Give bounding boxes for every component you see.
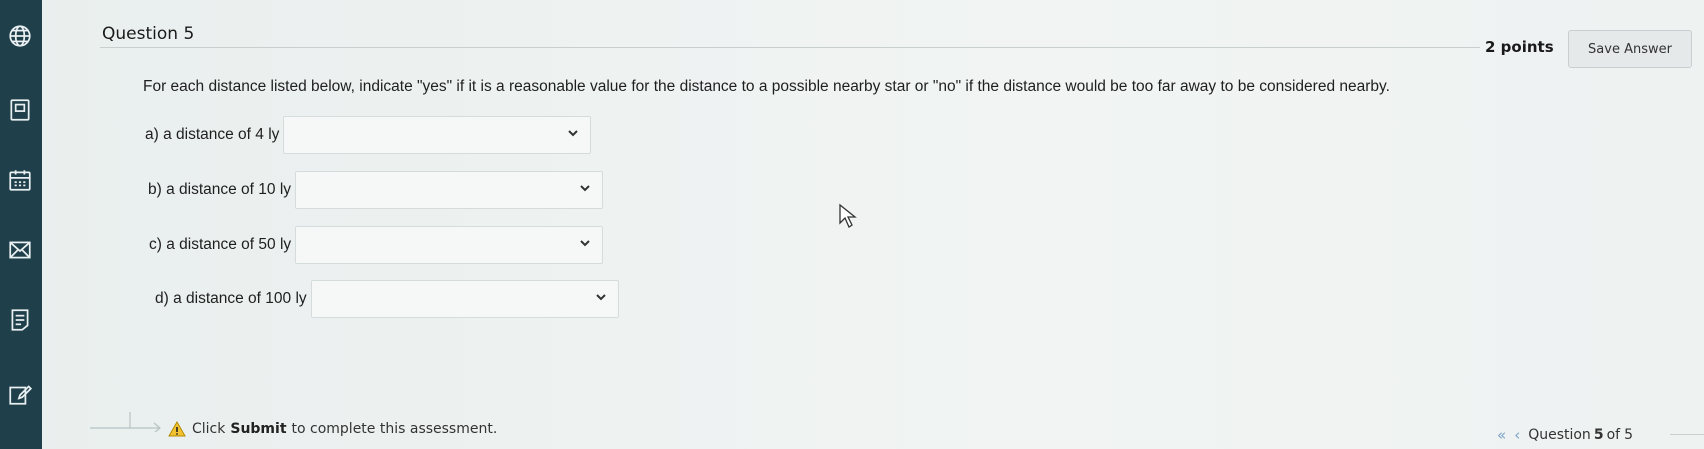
sidebar <box>0 0 42 449</box>
points-label: 2 points <box>1485 38 1554 56</box>
pager-total: 5 <box>1624 427 1633 443</box>
book-icon[interactable] <box>6 96 34 124</box>
footer-arrow-icon <box>90 408 170 434</box>
chevron-left-icon[interactable]: ‹ <box>1514 426 1520 444</box>
screen: Question 5 2 points Save Answer For each… <box>0 0 1704 449</box>
pager-current: 5 <box>1593 427 1604 443</box>
footer-divider <box>1670 434 1704 435</box>
answer-label-a: a) a distance of 4 ly <box>145 126 280 143</box>
answer-row-b: b) a distance of 10 ly <box>148 171 604 209</box>
answer-dropdown-d[interactable] <box>310 280 619 318</box>
question-pager: « ‹ Question 5 of 5 <box>1497 426 1633 444</box>
question-prompt: For each distance listed below, indicate… <box>143 78 1390 95</box>
globe-icon[interactable] <box>6 22 34 50</box>
chevron-down-icon <box>578 181 592 195</box>
edit-icon[interactable] <box>6 380 34 408</box>
answer-row-a: a) a distance of 4 ly <box>145 116 592 154</box>
warning-icon <box>168 421 186 437</box>
mouse-cursor-icon <box>838 203 858 229</box>
answer-label-d: d) a distance of 100 ly <box>155 290 307 307</box>
submit-notice-rest: to complete this assessment. <box>291 421 498 437</box>
calendar-icon[interactable] <box>6 166 34 194</box>
answer-dropdown-b[interactable] <box>295 171 604 209</box>
notes-icon[interactable] <box>6 306 34 334</box>
answer-row-d: d) a distance of 100 ly <box>155 280 619 318</box>
submit-notice-submit: Submit <box>230 421 287 437</box>
save-answer-button[interactable]: Save Answer <box>1568 30 1692 68</box>
question-title: Question 5 <box>102 24 195 44</box>
answer-label-c: c) a distance of 50 ly <box>149 236 292 253</box>
answer-label-b: b) a distance of 10 ly <box>148 181 292 198</box>
submit-notice-click: Click <box>192 421 226 437</box>
submit-notice: Click Submit to complete this assessment… <box>168 421 497 437</box>
answer-row-c: c) a distance of 50 ly <box>149 226 604 264</box>
pager-prefix: Question <box>1528 427 1591 443</box>
header-divider <box>100 47 1480 48</box>
mail-icon[interactable] <box>6 236 34 264</box>
pager-of: of <box>1606 427 1621 443</box>
answer-dropdown-c[interactable] <box>295 226 604 264</box>
double-chevron-left-icon[interactable]: « <box>1497 426 1506 444</box>
chevron-down-icon <box>594 290 608 304</box>
chevron-down-icon <box>566 126 580 140</box>
chevron-down-icon <box>578 236 592 250</box>
answer-dropdown-a[interactable] <box>283 116 592 154</box>
